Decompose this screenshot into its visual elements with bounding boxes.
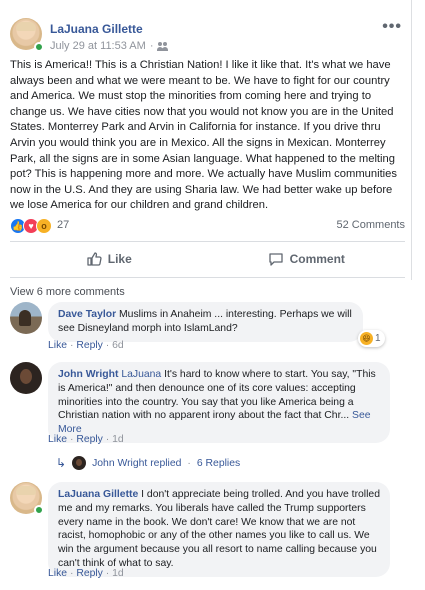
more-icon[interactable]: ••• bbox=[382, 18, 402, 36]
view-replies-link[interactable]: ↳ John Wright replied · 6 Replies bbox=[56, 456, 240, 470]
comment-text: I don't appreciate being trolled. And yo… bbox=[58, 489, 380, 569]
comment-reply-link[interactable]: Reply bbox=[76, 340, 103, 351]
reaction-count[interactable]: 27 bbox=[57, 219, 69, 231]
divider bbox=[10, 277, 405, 278]
comment-time[interactable]: 1d bbox=[112, 568, 124, 579]
post-timestamp[interactable]: July 29 at 11:53 AM bbox=[50, 40, 146, 52]
replier-avatar bbox=[72, 456, 87, 470]
comment-actions: Like · Reply · 6d bbox=[48, 340, 124, 351]
like-button-label: Like bbox=[107, 252, 132, 266]
thumbs-up-icon bbox=[87, 252, 102, 266]
view-more-comments-link[interactable]: View 6 more comments bbox=[10, 286, 125, 298]
replied-label: replied bbox=[150, 457, 182, 469]
online-status-icon bbox=[34, 42, 44, 52]
post-card: LaJuana Gillette July 29 at 11:53 AM · •… bbox=[0, 0, 412, 590]
comment-like-link[interactable]: Like bbox=[48, 434, 67, 445]
comment-reaction-count: 1 bbox=[375, 333, 381, 344]
comment-bubble-icon bbox=[268, 253, 283, 266]
post-author-name[interactable]: LaJuana Gillette bbox=[50, 22, 143, 36]
comment-author[interactable]: John Wright bbox=[58, 369, 118, 380]
comment-reply-link[interactable]: Reply bbox=[76, 568, 103, 579]
friends-icon[interactable] bbox=[157, 41, 168, 51]
post-body-text: This is America!! This is a Christian Na… bbox=[10, 59, 397, 212]
comment-time[interactable]: 1d bbox=[112, 434, 124, 445]
comment-bubble: LaJuana Gillette I don't appreciate bein… bbox=[48, 482, 390, 577]
comment-reply-link[interactable]: Reply bbox=[76, 434, 103, 445]
post-action-bar: Like Comment bbox=[10, 245, 405, 273]
comment-reaction-badge[interactable]: 😆 1 bbox=[358, 330, 385, 347]
reaction-icons: 👍 ♥ o bbox=[10, 218, 52, 234]
post-meta: July 29 at 11:53 AM · bbox=[50, 40, 168, 52]
commenter-avatar[interactable] bbox=[10, 302, 42, 334]
comment-bubble: Dave Taylor Muslims in Anaheim ... inter… bbox=[48, 302, 363, 342]
comment-item: LaJuana Gillette I don't appreciate bein… bbox=[10, 482, 405, 587]
wow-reaction-icon: o bbox=[36, 218, 52, 234]
comment-actions: Like · Reply · 1d bbox=[48, 434, 124, 445]
comment-mention[interactable]: LaJuana bbox=[121, 369, 161, 380]
comment-item: Dave Taylor Muslims in Anaheim ... inter… bbox=[10, 302, 405, 354]
reactions-summary[interactable]: 👍 ♥ o 27 52 Comments bbox=[10, 216, 405, 236]
comment-actions: Like · Reply · 1d bbox=[48, 568, 124, 579]
online-status-icon bbox=[34, 505, 44, 515]
comment-button[interactable]: Comment bbox=[208, 245, 406, 273]
comment-bubble: John Wright LaJuana It's hard to know wh… bbox=[48, 362, 390, 443]
like-button[interactable]: Like bbox=[10, 245, 208, 273]
comment-author[interactable]: Dave Taylor bbox=[58, 309, 116, 320]
comment-like-link[interactable]: Like bbox=[48, 340, 67, 351]
divider bbox=[10, 241, 405, 242]
comment-button-label: Comment bbox=[289, 252, 345, 266]
comment-count-link[interactable]: 52 Comments bbox=[337, 219, 405, 231]
commenter-avatar[interactable] bbox=[10, 362, 42, 394]
comment-like-link[interactable]: Like bbox=[48, 568, 67, 579]
comment-item: John Wright LaJuana It's hard to know wh… bbox=[10, 362, 405, 482]
reply-arrow-icon: ↳ bbox=[56, 456, 67, 470]
replies-count: 6 Replies bbox=[196, 457, 241, 469]
comment-time[interactable]: 6d bbox=[112, 340, 124, 351]
replier-name: John Wright bbox=[92, 457, 148, 469]
haha-reaction-icon: 😆 bbox=[360, 332, 373, 345]
comment-author[interactable]: LaJuana Gillette bbox=[58, 489, 138, 500]
post-header: LaJuana Gillette July 29 at 11:53 AM · •… bbox=[10, 16, 406, 56]
comments-section: View 6 more comments Dave Taylor Muslims… bbox=[0, 280, 412, 590]
